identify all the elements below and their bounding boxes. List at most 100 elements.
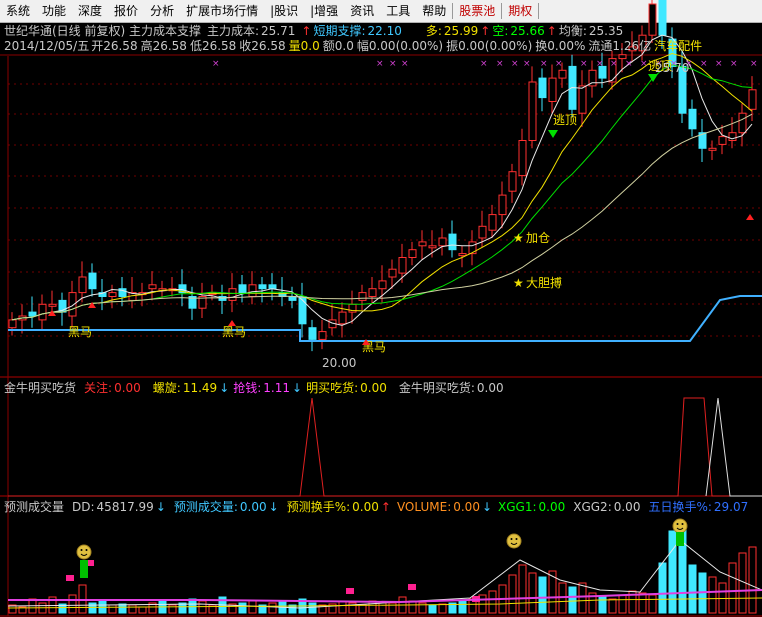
x-marker: × bbox=[750, 59, 758, 69]
info-float: 流通1.26亿 bbox=[588, 39, 652, 53]
x-marker: × bbox=[596, 59, 604, 69]
ind2-pt-value: 0.00 bbox=[352, 500, 379, 514]
candle-body bbox=[728, 132, 737, 141]
candle-body bbox=[398, 257, 407, 274]
candle-body bbox=[248, 284, 257, 297]
smiley-icon bbox=[506, 533, 522, 549]
arrow-down-icon: ↓ bbox=[219, 381, 230, 395]
ind1-grab-label: 抢钱: bbox=[233, 381, 262, 395]
x-marker: × bbox=[212, 59, 220, 69]
candle-body bbox=[358, 292, 367, 301]
candle-body bbox=[108, 292, 117, 298]
volume-bar bbox=[748, 546, 757, 614]
ind2-pv-label: 预测成交量: bbox=[173, 500, 238, 514]
long-label: 多: bbox=[425, 24, 442, 38]
candle-body bbox=[368, 288, 377, 298]
candle-body bbox=[408, 249, 417, 258]
candle-body bbox=[438, 237, 447, 247]
x-marker: × bbox=[511, 59, 519, 69]
ind1-spiral-label: 螺旋: bbox=[152, 381, 181, 395]
candle-body bbox=[538, 77, 547, 99]
candle-body bbox=[388, 268, 397, 278]
ind2-pv-value: 0.00 bbox=[239, 500, 267, 514]
info-date: 2014/12/05/五 bbox=[4, 39, 90, 53]
cost-label: 主力成本: bbox=[207, 24, 260, 38]
ind2-xgg2-value: 0.00 bbox=[613, 500, 641, 514]
arrow-down-icon: ↓ bbox=[292, 381, 303, 395]
info-turnover: 换0.00% bbox=[535, 39, 586, 53]
candle-body bbox=[448, 233, 457, 251]
x-marker: × bbox=[640, 59, 648, 69]
info-amount: 额0.0 bbox=[322, 39, 354, 53]
candle-body bbox=[48, 303, 57, 307]
candle-body bbox=[548, 77, 557, 102]
info-range: 幅0.00(0.00%) bbox=[356, 39, 444, 53]
volume-bar bbox=[608, 598, 617, 614]
arrow-down-icon bbox=[648, 74, 658, 82]
x-marker: × bbox=[523, 59, 531, 69]
ind2-xgg1-value: 0.00 bbox=[538, 500, 566, 514]
volume-marker bbox=[66, 575, 74, 581]
volume-bar bbox=[108, 604, 117, 614]
candle-body bbox=[688, 108, 697, 130]
volume-bar bbox=[408, 600, 417, 614]
arrow-down-icon: ↓ bbox=[268, 500, 279, 514]
x-marker: × bbox=[715, 59, 723, 69]
candle-body bbox=[238, 284, 247, 294]
volume-bar bbox=[168, 604, 177, 614]
label-dark-horse: 黑马 bbox=[222, 325, 246, 339]
volume-bar bbox=[598, 596, 607, 614]
candle-body bbox=[558, 69, 567, 79]
candle-body bbox=[738, 112, 747, 134]
info-high: 高26.58 bbox=[140, 39, 187, 53]
smiley-eye bbox=[510, 538, 513, 540]
ind1-white-line bbox=[705, 397, 762, 497]
candle-body bbox=[618, 54, 627, 60]
info-amplitude: 振0.00(0.00%) bbox=[446, 39, 533, 53]
x-marker: × bbox=[376, 59, 384, 69]
x-marker: × bbox=[730, 59, 738, 69]
candle-body bbox=[338, 311, 347, 325]
volume-bar bbox=[338, 600, 347, 614]
candle-body bbox=[318, 331, 327, 340]
ind2-vol-value: 0.00 bbox=[453, 500, 480, 514]
volume-bar bbox=[188, 598, 197, 614]
ind2-dd-value: 45817.99 bbox=[96, 500, 154, 514]
info-volume: 量0.0 bbox=[288, 39, 320, 53]
volume-bar bbox=[648, 594, 657, 614]
candle-body bbox=[748, 89, 757, 110]
ind1-trail-value: 0.00 bbox=[476, 381, 504, 395]
ind2-header: 预测成交量 DD: 45817.99 ↓ 预测成交量: 0.00 ↓ 预测换手%: 0.00 ↑ V… bbox=[4, 499, 754, 515]
arrow-up-icon: ↑ bbox=[380, 500, 391, 514]
ind1-name: 金牛明买吃货 bbox=[4, 381, 77, 395]
volume-bar bbox=[118, 603, 127, 614]
smiley-icon bbox=[76, 544, 92, 560]
x-marker: × bbox=[700, 59, 708, 69]
volume-bar bbox=[688, 564, 697, 614]
candle-body bbox=[78, 276, 87, 294]
ind2-pt-label: 预测换手%: bbox=[286, 500, 351, 514]
volume-bar bbox=[508, 574, 517, 614]
candle-body bbox=[648, 3, 657, 36]
candle-body bbox=[708, 147, 717, 151]
candle-body bbox=[308, 327, 317, 340]
info-close: 收26.58 bbox=[239, 39, 286, 53]
kline-chart[interactable]: × × × × × × × × × × × × × × × × × × × × × ×黑马 黑马黑马20.00逃顶逃顶25.… bbox=[0, 0, 762, 617]
x-marker: × bbox=[389, 59, 397, 69]
cost-value: 25.71 bbox=[261, 24, 296, 38]
volume-highlight bbox=[676, 532, 684, 546]
candle-body bbox=[528, 81, 537, 141]
x-marker: × bbox=[540, 59, 548, 69]
volume-bar bbox=[428, 604, 437, 614]
candle-body bbox=[28, 311, 37, 317]
candle-body bbox=[148, 284, 157, 290]
volume-bar bbox=[308, 602, 317, 614]
arrow-down-icon bbox=[548, 130, 558, 138]
volume-bar bbox=[638, 592, 647, 614]
arrow-down-icon: ↓ bbox=[481, 500, 493, 514]
x-marker: × bbox=[610, 59, 618, 69]
volume-bar bbox=[518, 564, 527, 614]
x-marker: × bbox=[496, 59, 504, 69]
volume-highlight bbox=[80, 560, 88, 578]
star-icon: ★ bbox=[513, 231, 524, 245]
